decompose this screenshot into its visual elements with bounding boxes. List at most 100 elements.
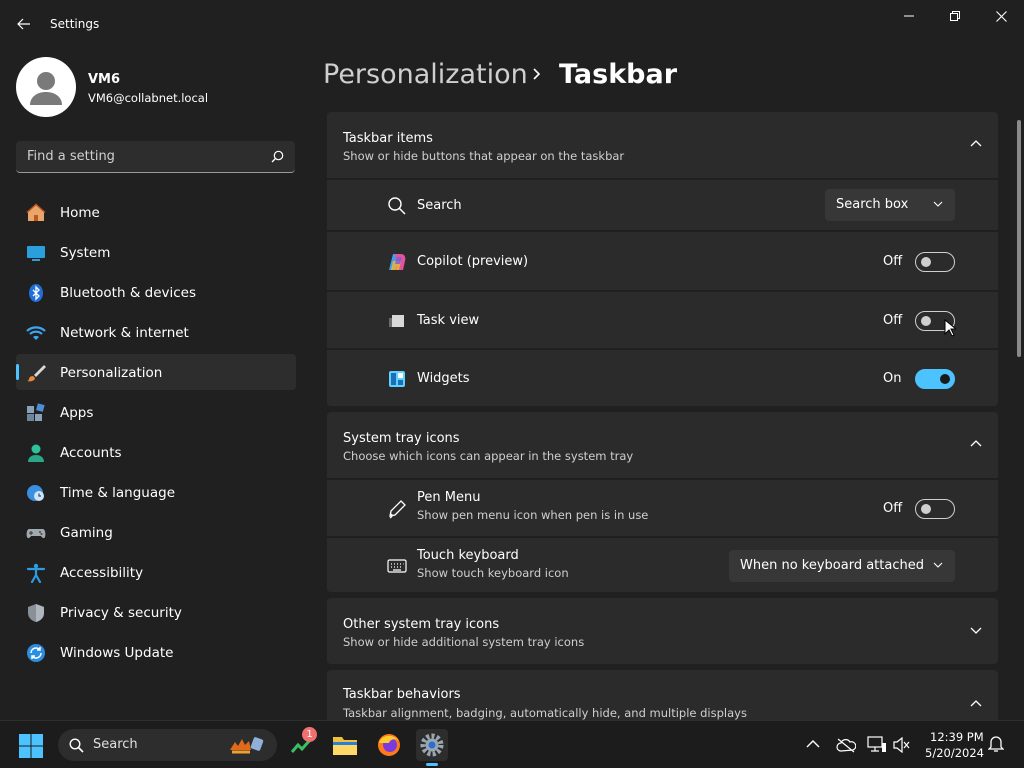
active-app-indicator: [426, 763, 438, 766]
widgets-toggle[interactable]: [915, 369, 955, 389]
brush-icon: [27, 365, 46, 382]
clock-time[interactable]: 12:39 PM: [930, 730, 984, 744]
sidebar-item-windows-update[interactable]: Windows Update: [16, 634, 296, 670]
taskbar-search-label: Search: [93, 737, 138, 752]
toggle-state-label: Off: [883, 254, 903, 269]
toggle-state-label: On: [883, 371, 902, 386]
search-input[interactable]: Find a setting: [16, 141, 295, 173]
sidebar-item-label: Personalization: [60, 365, 163, 381]
app-title: Settings: [50, 17, 100, 31]
clock-date[interactable]: 5/20/2024: [925, 746, 984, 760]
back-arrow-icon: [17, 18, 30, 30]
sidebar-item-accessibility[interactable]: Accessibility: [16, 554, 296, 590]
sidebar-item-label: Apps: [60, 405, 94, 421]
home-icon: [26, 203, 46, 221]
sidebar-item-label: Accessibility: [60, 565, 144, 581]
sidebar-item-bluetooth[interactable]: Bluetooth & devices: [16, 274, 296, 310]
search-placeholder: Find a setting: [27, 149, 115, 164]
minimize-icon: [904, 15, 914, 17]
sidebar-item-label: Bluetooth & devices: [60, 285, 197, 301]
avatar[interactable]: [16, 57, 76, 117]
sidebar-item-time-language[interactable]: Time & language: [16, 474, 296, 510]
row-label: Touch keyboard: [417, 548, 519, 563]
chevron-up-icon[interactable]: [806, 739, 820, 749]
pen-icon: [389, 500, 406, 519]
toggle-knob: [940, 374, 950, 384]
row-subtitle: Show touch keyboard icon: [417, 566, 569, 580]
sidebar-item-network[interactable]: Network & internet: [16, 314, 296, 350]
sidebar-item-privacy[interactable]: Privacy & security: [16, 594, 296, 630]
windows-start-icon[interactable]: [18, 733, 44, 759]
row-label: Task view: [417, 313, 480, 328]
taskbar-file-explorer[interactable]: [329, 729, 361, 761]
keyboard-icon: [387, 559, 407, 573]
back-button[interactable]: [12, 12, 36, 36]
toggle-knob: [921, 504, 931, 514]
sidebar-nav: Home System Bluetooth & devices Network …: [16, 194, 296, 674]
restore-button[interactable]: [932, 4, 978, 28]
other-tray-section[interactable]: Other system tray icons Show or hide add…: [327, 598, 998, 664]
taskbar-stocks-app[interactable]: 1: [286, 727, 318, 761]
sidebar-item-label: Windows Update: [60, 645, 174, 661]
close-button[interactable]: [978, 4, 1024, 28]
title-bar: Settings: [0, 0, 1024, 48]
notification-bell-icon[interactable]: [988, 735, 1004, 753]
taskbar-items-header[interactable]: Taskbar items Show or hide buttons that …: [327, 112, 998, 178]
section-title: Taskbar items: [343, 131, 433, 146]
dropdown-value: Search box: [836, 197, 909, 212]
section-subtitle: Choose which icons can appear in the sys…: [343, 449, 634, 463]
shield-icon: [28, 604, 44, 622]
scrollbar-thumb[interactable]: [1017, 120, 1021, 357]
volume-muted-icon[interactable]: [893, 737, 911, 753]
breadcrumb-parent[interactable]: Personalization: [323, 59, 528, 90]
pen-menu-toggle[interactable]: [915, 499, 955, 519]
sidebar-item-accounts[interactable]: Accounts: [16, 434, 296, 470]
network-icon[interactable]: [867, 736, 887, 754]
sidebar-item-label: Privacy & security: [60, 605, 182, 621]
search-icon: [271, 150, 284, 163]
sidebar-item-label: Time & language: [60, 485, 176, 501]
touch-keyboard-dropdown[interactable]: When no keyboard attached: [729, 550, 955, 582]
accessibility-icon: [26, 563, 46, 583]
task-view-icon: [389, 315, 404, 327]
section-title: Taskbar behaviors: [343, 687, 461, 702]
toggle-state-label: Off: [883, 313, 903, 328]
sidebar-item-home[interactable]: Home: [16, 194, 296, 230]
search-icon: [388, 197, 406, 215]
minimize-button[interactable]: [886, 4, 932, 28]
toggle-knob: [921, 316, 931, 326]
person-icon: [28, 444, 44, 462]
system-tray-section: System tray icons Choose which icons can…: [327, 412, 998, 592]
onedrive-offline-icon[interactable]: [836, 737, 856, 753]
sidebar-item-system[interactable]: System: [16, 234, 296, 270]
wifi-icon: [26, 326, 46, 340]
taskbar-behaviors-section[interactable]: Taskbar behaviors Taskbar alignment, bad…: [327, 670, 998, 720]
taskbar-firefox[interactable]: [373, 729, 405, 761]
sidebar-item-label: Home: [60, 205, 100, 221]
bluetooth-icon: [29, 284, 43, 302]
chevron-down-icon[interactable]: [970, 627, 982, 635]
section-subtitle: Show or hide buttons that appear on the …: [343, 149, 625, 163]
chevron-up-icon[interactable]: [970, 699, 982, 707]
section-subtitle: Show or hide additional system tray icon…: [343, 635, 585, 649]
copilot-toggle[interactable]: [915, 252, 955, 272]
chevron-up-icon[interactable]: [970, 439, 982, 447]
system-tray-header[interactable]: System tray icons Choose which icons can…: [327, 412, 998, 478]
sidebar-item-apps[interactable]: Apps: [16, 394, 296, 430]
restore-icon: [950, 11, 960, 21]
taskbar-search-box[interactable]: Search: [58, 729, 277, 761]
other-tray-header[interactable]: Other system tray icons Show or hide add…: [327, 598, 998, 664]
chevron-right-icon: [533, 68, 541, 80]
task-view-row: Task view Off: [327, 290, 998, 348]
sidebar-item-personalization[interactable]: Personalization: [16, 354, 296, 390]
toggle-knob: [921, 257, 931, 267]
copilot-icon: [389, 254, 406, 270]
chevron-up-icon[interactable]: [970, 139, 982, 147]
taskbar-settings[interactable]: [416, 729, 448, 766]
section-title: System tray icons: [343, 431, 460, 446]
dropdown-value: When no keyboard attached: [740, 558, 924, 573]
chevron-down-icon: [933, 201, 943, 207]
search-mode-dropdown[interactable]: Search box: [825, 189, 955, 221]
row-label: Widgets: [417, 371, 470, 386]
sidebar-item-gaming[interactable]: Gaming: [16, 514, 296, 550]
